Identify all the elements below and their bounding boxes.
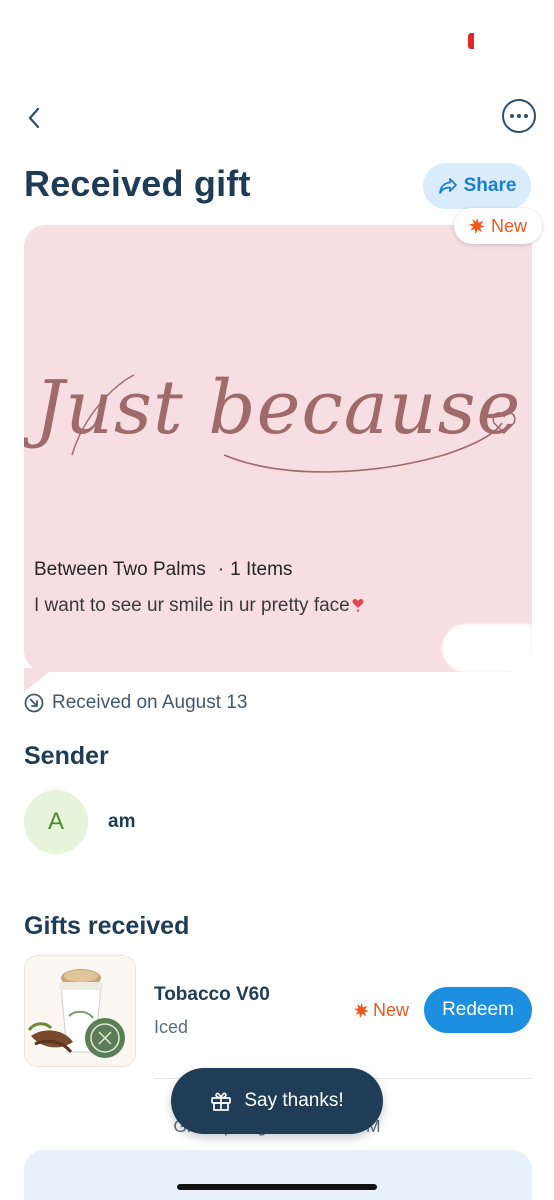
received-date-row: Received on August 13 [24,692,247,714]
message-text: I want to see ur smile in ur pretty face [34,595,350,616]
new-badge-label: New [490,215,527,236]
gift-card: Just because Between Two Palms · 1 Items I… [24,225,532,692]
redeem-button[interactable]: Redeem [424,987,532,1033]
say-thanks-label: Say thanks! [244,1090,344,1111]
more-options-button[interactable] [502,99,536,133]
share-arrow-icon [438,178,457,194]
redacted-area [442,624,532,672]
gift-item-new-label: New [373,1000,410,1020]
gift-item-variant: Iced [154,1017,189,1037]
heart-exclamation-icon [352,599,364,612]
artwork-text: Just because [24,365,521,451]
coffee-cup-image [25,956,135,1066]
avatar-initial: A [47,808,64,835]
merchant-name: Between Two Palms [34,559,206,580]
back-button[interactable] [18,100,50,136]
gift-item-new-badge: New [354,1000,409,1021]
new-badge: New [454,208,542,244]
home-indicator[interactable] [177,1184,377,1190]
avatar[interactable]: A [24,790,88,854]
gift-item-name[interactable]: Tobacco V60 [154,984,270,1006]
starburst-icon [468,218,485,234]
gift-box-icon [211,1092,232,1111]
share-button[interactable]: Share [423,163,531,209]
recording-indicator-icon [468,33,474,49]
gift-item-thumbnail[interactable] [24,955,136,1067]
received-arrow-icon [24,693,44,713]
say-thanks-button[interactable]: Say thanks! [171,1068,383,1134]
just-because-artwork: Just because [24,365,521,473]
sender-name[interactable]: am [108,811,135,833]
top-navigation [0,96,554,140]
gift-message: I want to see ur smile in ur pretty face [34,595,364,617]
page-title: Received gift [24,163,251,204]
redeem-label: Redeem [442,999,514,1020]
status-bar [0,0,554,70]
speech-tail [24,668,54,692]
starburst-icon [354,1003,369,1018]
received-date-label: Received on August 13 [52,692,248,713]
merchant-line: Between Two Palms · 1 Items [34,559,293,580]
sender-section-title: Sender [24,742,109,770]
share-label: Share [463,175,517,196]
chevron-left-icon [28,107,40,129]
bottom-sheet[interactable] [24,1150,532,1200]
more-dots-icon [510,114,514,118]
items-count: 1 Items [230,559,293,580]
gifts-section-title: Gifts received [24,912,190,940]
